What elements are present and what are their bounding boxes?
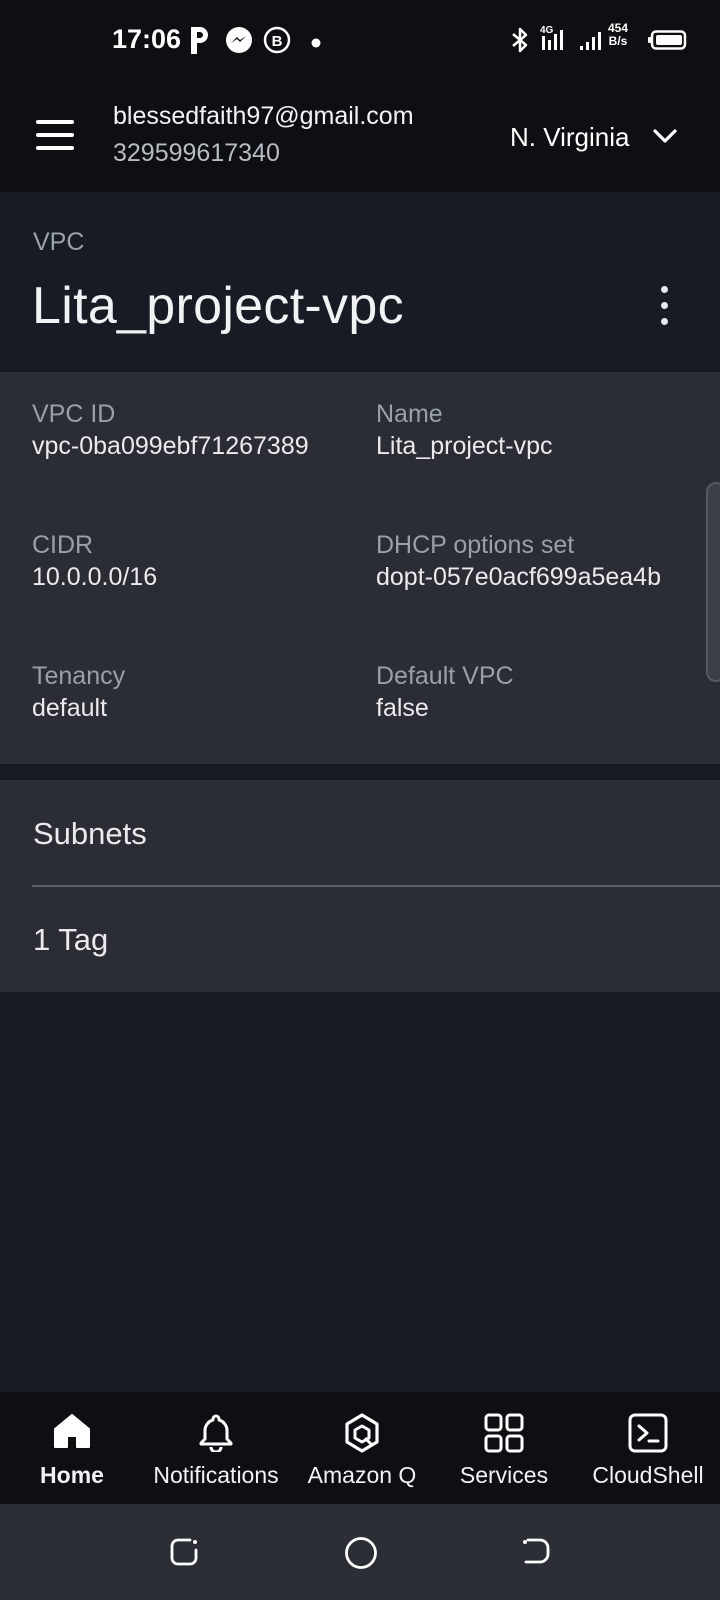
home-icon (52, 1412, 92, 1455)
nav-notifications-label: Notifications (153, 1462, 279, 1488)
system-nav-bar (0, 1504, 720, 1600)
status-time: 17:06 (112, 24, 182, 54)
nav-services[interactable]: Services (444, 1392, 564, 1504)
net-speed: 454 B/s (608, 21, 629, 48)
vpc-id-label: VPC ID (32, 400, 116, 428)
nav-notifications[interactable]: Notifications (144, 1392, 288, 1504)
nav-cloudshell[interactable]: CloudShell (582, 1392, 714, 1504)
menu-icon[interactable] (36, 120, 76, 150)
default-vpc-value: false (376, 694, 429, 722)
bluetooth-icon (510, 26, 530, 59)
cidr-value: 10.0.0.0/16 (32, 563, 158, 591)
name-label: Name (376, 400, 443, 428)
app-header: blessedfaith97@gmail.com 329599617340 N.… (0, 80, 720, 192)
messenger-icon (225, 26, 253, 59)
name-value: Lita_project-vpc (376, 432, 553, 460)
parking-icon (188, 25, 212, 60)
amazon-q-icon (342, 1412, 382, 1459)
grid-icon (483, 1412, 525, 1459)
nav-home[interactable]: Home (22, 1392, 122, 1504)
tenancy-label: Tenancy (32, 662, 126, 690)
list-item-label: Subnets (33, 816, 147, 851)
nav-amazon-q[interactable]: Amazon Q (300, 1392, 424, 1504)
dhcp-options-label: DHCP options set (376, 531, 575, 559)
vpc-id-value: vpc-0ba099ebf71267389 (32, 432, 309, 460)
back-icon[interactable] (520, 1536, 552, 1573)
bottom-nav: Home Notifications Amazon Q Services Clo… (0, 1392, 720, 1504)
svg-text:B: B (272, 33, 283, 50)
vpc-details-panel: VPC ID vpc-0ba099ebf71267389 Name Lita_p… (0, 372, 720, 764)
cidr-label: CIDR (32, 531, 94, 559)
dot-icon (311, 35, 321, 53)
bell-icon (196, 1412, 236, 1457)
home-button-icon[interactable] (344, 1536, 378, 1575)
dhcp-options-value: dopt-057e0acf699a5ea4b (376, 563, 661, 591)
cidr-field: CIDR 10.0.0.0/16 (32, 529, 352, 594)
scroll-handle[interactable] (706, 482, 720, 682)
region-selector[interactable]: N. Virginia (510, 122, 629, 153)
resource-title-panel: VPC Lita_project-vpc (0, 192, 720, 372)
resource-type-label: VPC (33, 228, 85, 256)
recent-apps-icon[interactable] (168, 1536, 200, 1573)
account-id: 329599617340 (113, 139, 280, 167)
name-field: Name Lita_project-vpc (376, 398, 696, 463)
nav-home-label: Home (40, 1462, 104, 1488)
tenancy-field: Tenancy default (32, 660, 352, 725)
more-options-icon[interactable] (652, 284, 676, 328)
nav-services-label: Services (459, 1462, 549, 1488)
default-vpc-label: Default VPC (376, 662, 514, 690)
chevron-down-icon[interactable] (652, 126, 678, 151)
b-icon: B (263, 26, 291, 59)
tenancy-value: default (32, 694, 108, 722)
list-item-subnets[interactable]: Subnets (0, 780, 720, 887)
account-email: blessedfaith97@gmail.com (113, 102, 414, 130)
nav-amazon-q-label: Amazon Q (307, 1462, 417, 1488)
default-vpc-field: Default VPC false (376, 660, 696, 725)
terminal-icon (627, 1412, 669, 1459)
page-title: Lita_project-vpc (32, 277, 404, 335)
battery-icon (648, 30, 688, 55)
vpc-id-field: VPC ID vpc-0ba099ebf71267389 (32, 398, 352, 463)
status-bar: 17:06 B 4G 454 B/s (0, 0, 720, 80)
sections-list: Subnets 1 Tag (0, 780, 720, 992)
svg-text:4G: 4G (540, 25, 554, 36)
dhcp-options-field: DHCP options set dopt-057e0acf699a5ea4b (376, 529, 696, 594)
list-item-label: 1 Tag (33, 922, 109, 957)
nav-cloudshell-label: CloudShell (592, 1462, 704, 1488)
list-item-tags[interactable]: 1 Tag (0, 886, 720, 992)
